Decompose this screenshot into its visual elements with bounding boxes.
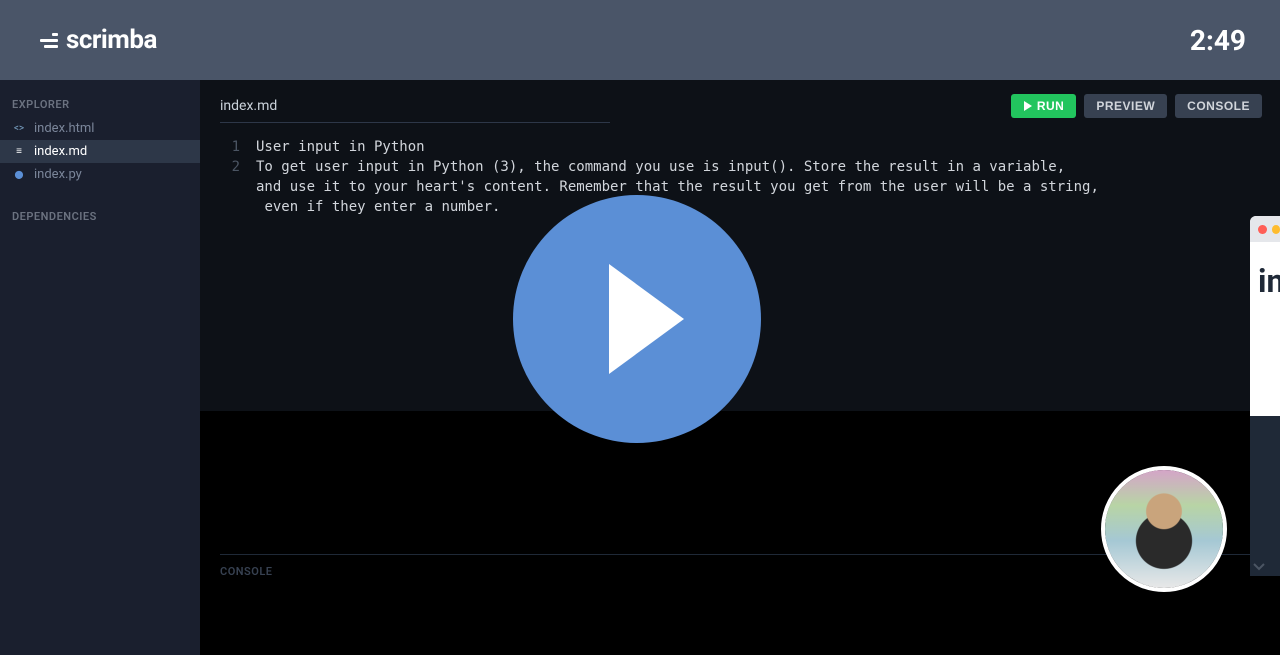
line-text-wrap: and use it to your heart's content. Reme… xyxy=(220,177,1260,197)
play-video-button[interactable] xyxy=(513,195,761,443)
python-icon: ⬤ xyxy=(12,168,26,182)
file-label: index.html xyxy=(34,121,94,136)
file-item-index-py[interactable]: ⬤ index.py xyxy=(0,163,200,186)
action-buttons: RUN PREVIEW CONSOLE xyxy=(1011,94,1262,118)
line-number: 2 xyxy=(220,157,240,177)
brand-name: scrimba xyxy=(66,25,157,55)
console-button-label: CONSOLE xyxy=(1187,99,1250,113)
dependencies-heading: DEPENDENCIES xyxy=(0,204,200,229)
file-label: index.py xyxy=(34,167,82,182)
preview-button[interactable]: PREVIEW xyxy=(1084,94,1167,118)
file-item-index-md[interactable]: ≡ index.md xyxy=(0,140,200,163)
play-icon xyxy=(609,264,684,374)
preview-window-chrome xyxy=(1250,216,1280,242)
html-icon: <> xyxy=(12,122,26,136)
preview-button-label: PREVIEW xyxy=(1096,99,1155,113)
window-close-dot xyxy=(1258,225,1267,234)
line-text: User input in Python xyxy=(256,137,425,157)
video-timer: 2:49 xyxy=(1190,24,1246,57)
active-file-tab[interactable]: index.md xyxy=(220,98,277,114)
avatar-image xyxy=(1105,470,1223,588)
tab-bar: index.md RUN PREVIEW CONSOLE xyxy=(200,80,1280,122)
markdown-icon: ≡ xyxy=(12,145,26,159)
instructor-avatar[interactable] xyxy=(1101,466,1227,592)
line-text: To get user input in Python (3), the com… xyxy=(256,157,1065,177)
file-item-index-html[interactable]: <> index.html xyxy=(0,117,200,140)
run-button-label: RUN xyxy=(1037,99,1065,113)
line-number: 1 xyxy=(220,137,240,157)
preview-content: in xyxy=(1250,242,1280,320)
run-button[interactable]: RUN xyxy=(1011,94,1077,118)
preview-dark-section xyxy=(1250,416,1280,576)
console-button[interactable]: CONSOLE xyxy=(1175,94,1262,118)
line-text-wrap: even if they enter a number. xyxy=(220,197,1260,217)
scrimba-logo-icon xyxy=(34,28,58,52)
header: scrimba 2:49 xyxy=(0,0,1280,80)
preview-panel[interactable]: in xyxy=(1250,216,1280,576)
explorer-heading: EXPLORER xyxy=(0,92,200,117)
brand-logo[interactable]: scrimba xyxy=(34,25,157,55)
file-label: index.md xyxy=(34,144,87,159)
sidebar: EXPLORER <> index.html ≡ index.md ⬤ inde… xyxy=(0,80,200,655)
chevron-down-icon[interactable] xyxy=(1252,559,1266,577)
code-line: 1 User input in Python xyxy=(220,137,1260,157)
code-line: 2 To get user input in Python (3), the c… xyxy=(220,157,1260,177)
play-icon xyxy=(1023,101,1033,111)
window-minimize-dot xyxy=(1272,225,1280,234)
